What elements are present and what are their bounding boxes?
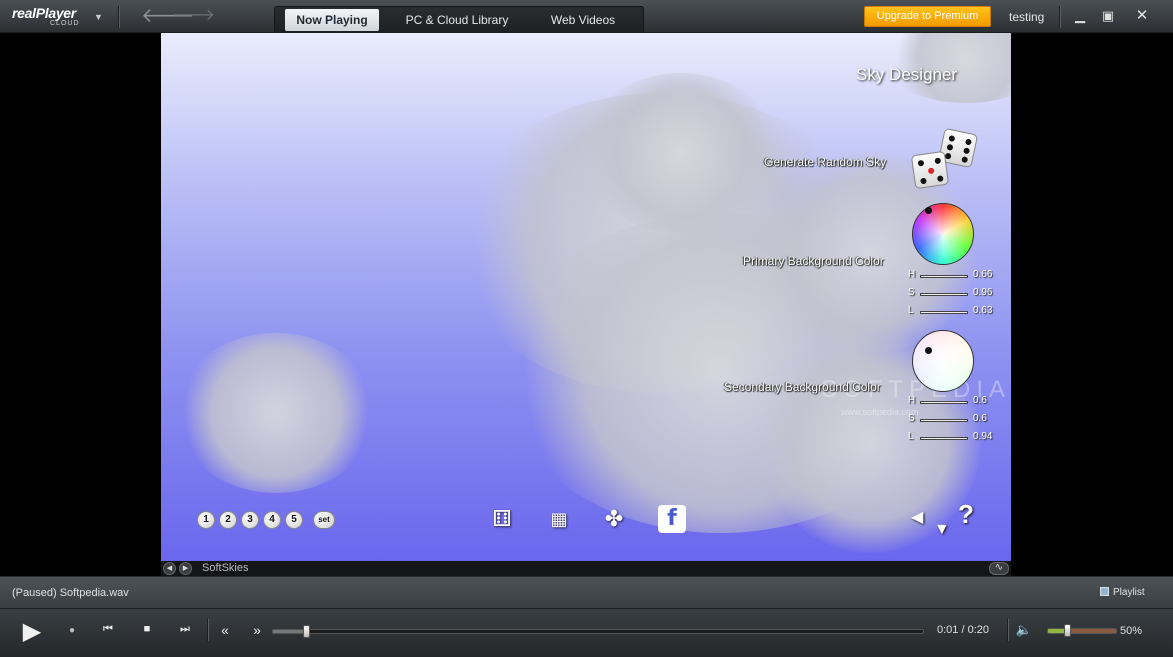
record-icon[interactable]: ● xyxy=(66,625,78,637)
primary-saturation-value: 0.96 xyxy=(973,287,993,298)
lightness-key: L xyxy=(908,305,914,316)
dice-front xyxy=(910,150,950,190)
secondary-color-wheel[interactable] xyxy=(912,330,974,392)
seek-progress xyxy=(273,630,306,633)
playback-controls: ▶ ● ⏮ ■ ⏭ « » 0:01 / 0:20 🔈 50% xyxy=(0,608,1173,657)
saturation-key: S xyxy=(908,287,915,298)
video-stage: SOFTPEDIA www.softpedia.com Sky Designer… xyxy=(4,33,1169,576)
back-arrow-icon[interactable]: 🡐 xyxy=(141,5,195,27)
playlist-button[interactable]: Playlist xyxy=(1100,587,1145,598)
primary-color-label: Primary Background Color xyxy=(743,254,884,268)
random-dice-icon[interactable]: ⚅ xyxy=(488,505,516,533)
primary-color-wheel[interactable] xyxy=(912,203,974,265)
visualization-options-icon[interactable]: ∿ xyxy=(989,562,1009,575)
next-track-icon[interactable]: ⏭ xyxy=(177,623,193,639)
volume-percent: 50% xyxy=(1120,625,1143,637)
tab-web-videos[interactable]: Web Videos xyxy=(535,9,631,31)
primary-lightness-value: 0.63 xyxy=(973,305,993,316)
playlist-icon xyxy=(1100,587,1109,596)
expand-down-icon[interactable]: ▼ xyxy=(934,521,950,539)
secondary-hue-slider[interactable]: H 0.6 xyxy=(908,395,1008,409)
watermark-url: www.softpedia.com xyxy=(841,407,919,417)
forward-arrow-icon[interactable]: 🡒 xyxy=(172,5,215,27)
grid-icon[interactable]: ▦ xyxy=(545,505,573,533)
visualization-bar: ◀ ▶ SoftSkies ∿ xyxy=(161,561,1011,576)
seek-bar[interactable] xyxy=(272,625,924,638)
logo-menu-chevron-down-icon[interactable]: ▼ xyxy=(94,12,104,22)
secondary-saturation-value: 0.6 xyxy=(973,413,987,424)
sky-visualization[interactable]: SOFTPEDIA www.softpedia.com Sky Designer… xyxy=(161,33,1011,561)
primary-hue-value: 0.66 xyxy=(973,269,993,280)
upgrade-button[interactable]: Upgrade to Premium xyxy=(864,6,991,27)
preset-button-3[interactable]: 3 xyxy=(241,511,259,529)
divider xyxy=(1007,619,1008,641)
volume-slider[interactable] xyxy=(1047,624,1117,637)
secondary-color-label: Secondary Background Color xyxy=(724,380,881,394)
collapse-left-icon[interactable]: ◀ xyxy=(911,507,923,527)
volume-handle[interactable] xyxy=(1064,624,1072,637)
saturation-key: S xyxy=(908,413,915,424)
time-display: 0:01 / 0:20 xyxy=(937,624,989,636)
visualization-name: SoftSkies xyxy=(202,562,249,574)
stop-icon[interactable]: ■ xyxy=(140,623,154,639)
primary-saturation-slider[interactable]: S 0.96 xyxy=(908,287,1008,301)
sky-designer-title: Sky Designer xyxy=(856,65,958,84)
now-playing-status: (Paused) Softpedia.wav xyxy=(12,587,129,599)
hue-key: H xyxy=(908,395,916,406)
close-icon[interactable]: ✕ xyxy=(1134,8,1150,24)
next-visualization-icon[interactable]: ▶ xyxy=(179,562,192,575)
rewind-icon[interactable]: « xyxy=(216,622,234,640)
secondary-lightness-slider[interactable]: L 0.94 xyxy=(908,431,1008,445)
preset-button-4[interactable]: 4 xyxy=(263,511,281,529)
primary-lightness-slider[interactable]: L 0.63 xyxy=(908,305,1008,319)
hue-key: H xyxy=(908,269,916,280)
help-icon[interactable]: ? xyxy=(958,499,974,530)
preset-button-1[interactable]: 1 xyxy=(197,511,215,529)
prev-visualization-icon[interactable]: ◀ xyxy=(163,562,176,575)
playlist-label: Playlist xyxy=(1113,587,1145,598)
main-tabs: Now Playing PC & Cloud Library Web Video… xyxy=(274,6,644,32)
secondary-saturation-slider[interactable]: S 0.6 xyxy=(908,413,1008,427)
tab-now-playing[interactable]: Now Playing xyxy=(285,9,379,31)
primary-hue-slider[interactable]: H 0.66 xyxy=(908,269,1008,283)
title-bar: realPlayer CLOUD ▼ 🡐 🡒 Now Playing PC & … xyxy=(0,0,1173,33)
generate-random-sky-label[interactable]: Generate Random Sky xyxy=(764,155,886,169)
preset-button-5[interactable]: 5 xyxy=(285,511,303,529)
seek-handle[interactable] xyxy=(302,625,310,638)
tab-pc-cloud-library[interactable]: PC & Cloud Library xyxy=(387,9,527,31)
realplayer-logo[interactable]: realPlayer CLOUD xyxy=(12,5,100,29)
logo-text: realPlayer xyxy=(12,5,76,21)
facebook-icon[interactable]: f xyxy=(658,505,686,533)
secondary-lightness-value: 0.94 xyxy=(973,431,993,442)
volume-speaker-icon[interactable]: 🔈 xyxy=(1015,622,1033,640)
status-bar: (Paused) Softpedia.wav Playlist xyxy=(0,576,1173,608)
lightness-key: L xyxy=(908,431,914,442)
maximize-icon[interactable]: ▣ xyxy=(1100,8,1116,24)
fast-forward-icon[interactable]: » xyxy=(248,622,266,640)
secondary-hue-value: 0.6 xyxy=(973,395,987,406)
cloud-shape xyxy=(176,333,376,493)
fan-icon[interactable]: ✤ xyxy=(600,505,628,533)
preset-button-2[interactable]: 2 xyxy=(219,511,237,529)
divider xyxy=(207,619,208,641)
logo-subtext: CLOUD xyxy=(50,20,80,27)
divider xyxy=(1059,6,1060,28)
divider xyxy=(118,6,119,28)
cloud-shape xyxy=(581,73,781,233)
preset-set-button[interactable]: set xyxy=(313,511,335,529)
previous-track-icon[interactable]: ⏮ xyxy=(100,623,116,639)
minimize-icon[interactable]: ▁ xyxy=(1072,8,1088,24)
play-icon[interactable]: ▶ xyxy=(18,617,46,647)
user-name[interactable]: testing xyxy=(1009,10,1044,24)
